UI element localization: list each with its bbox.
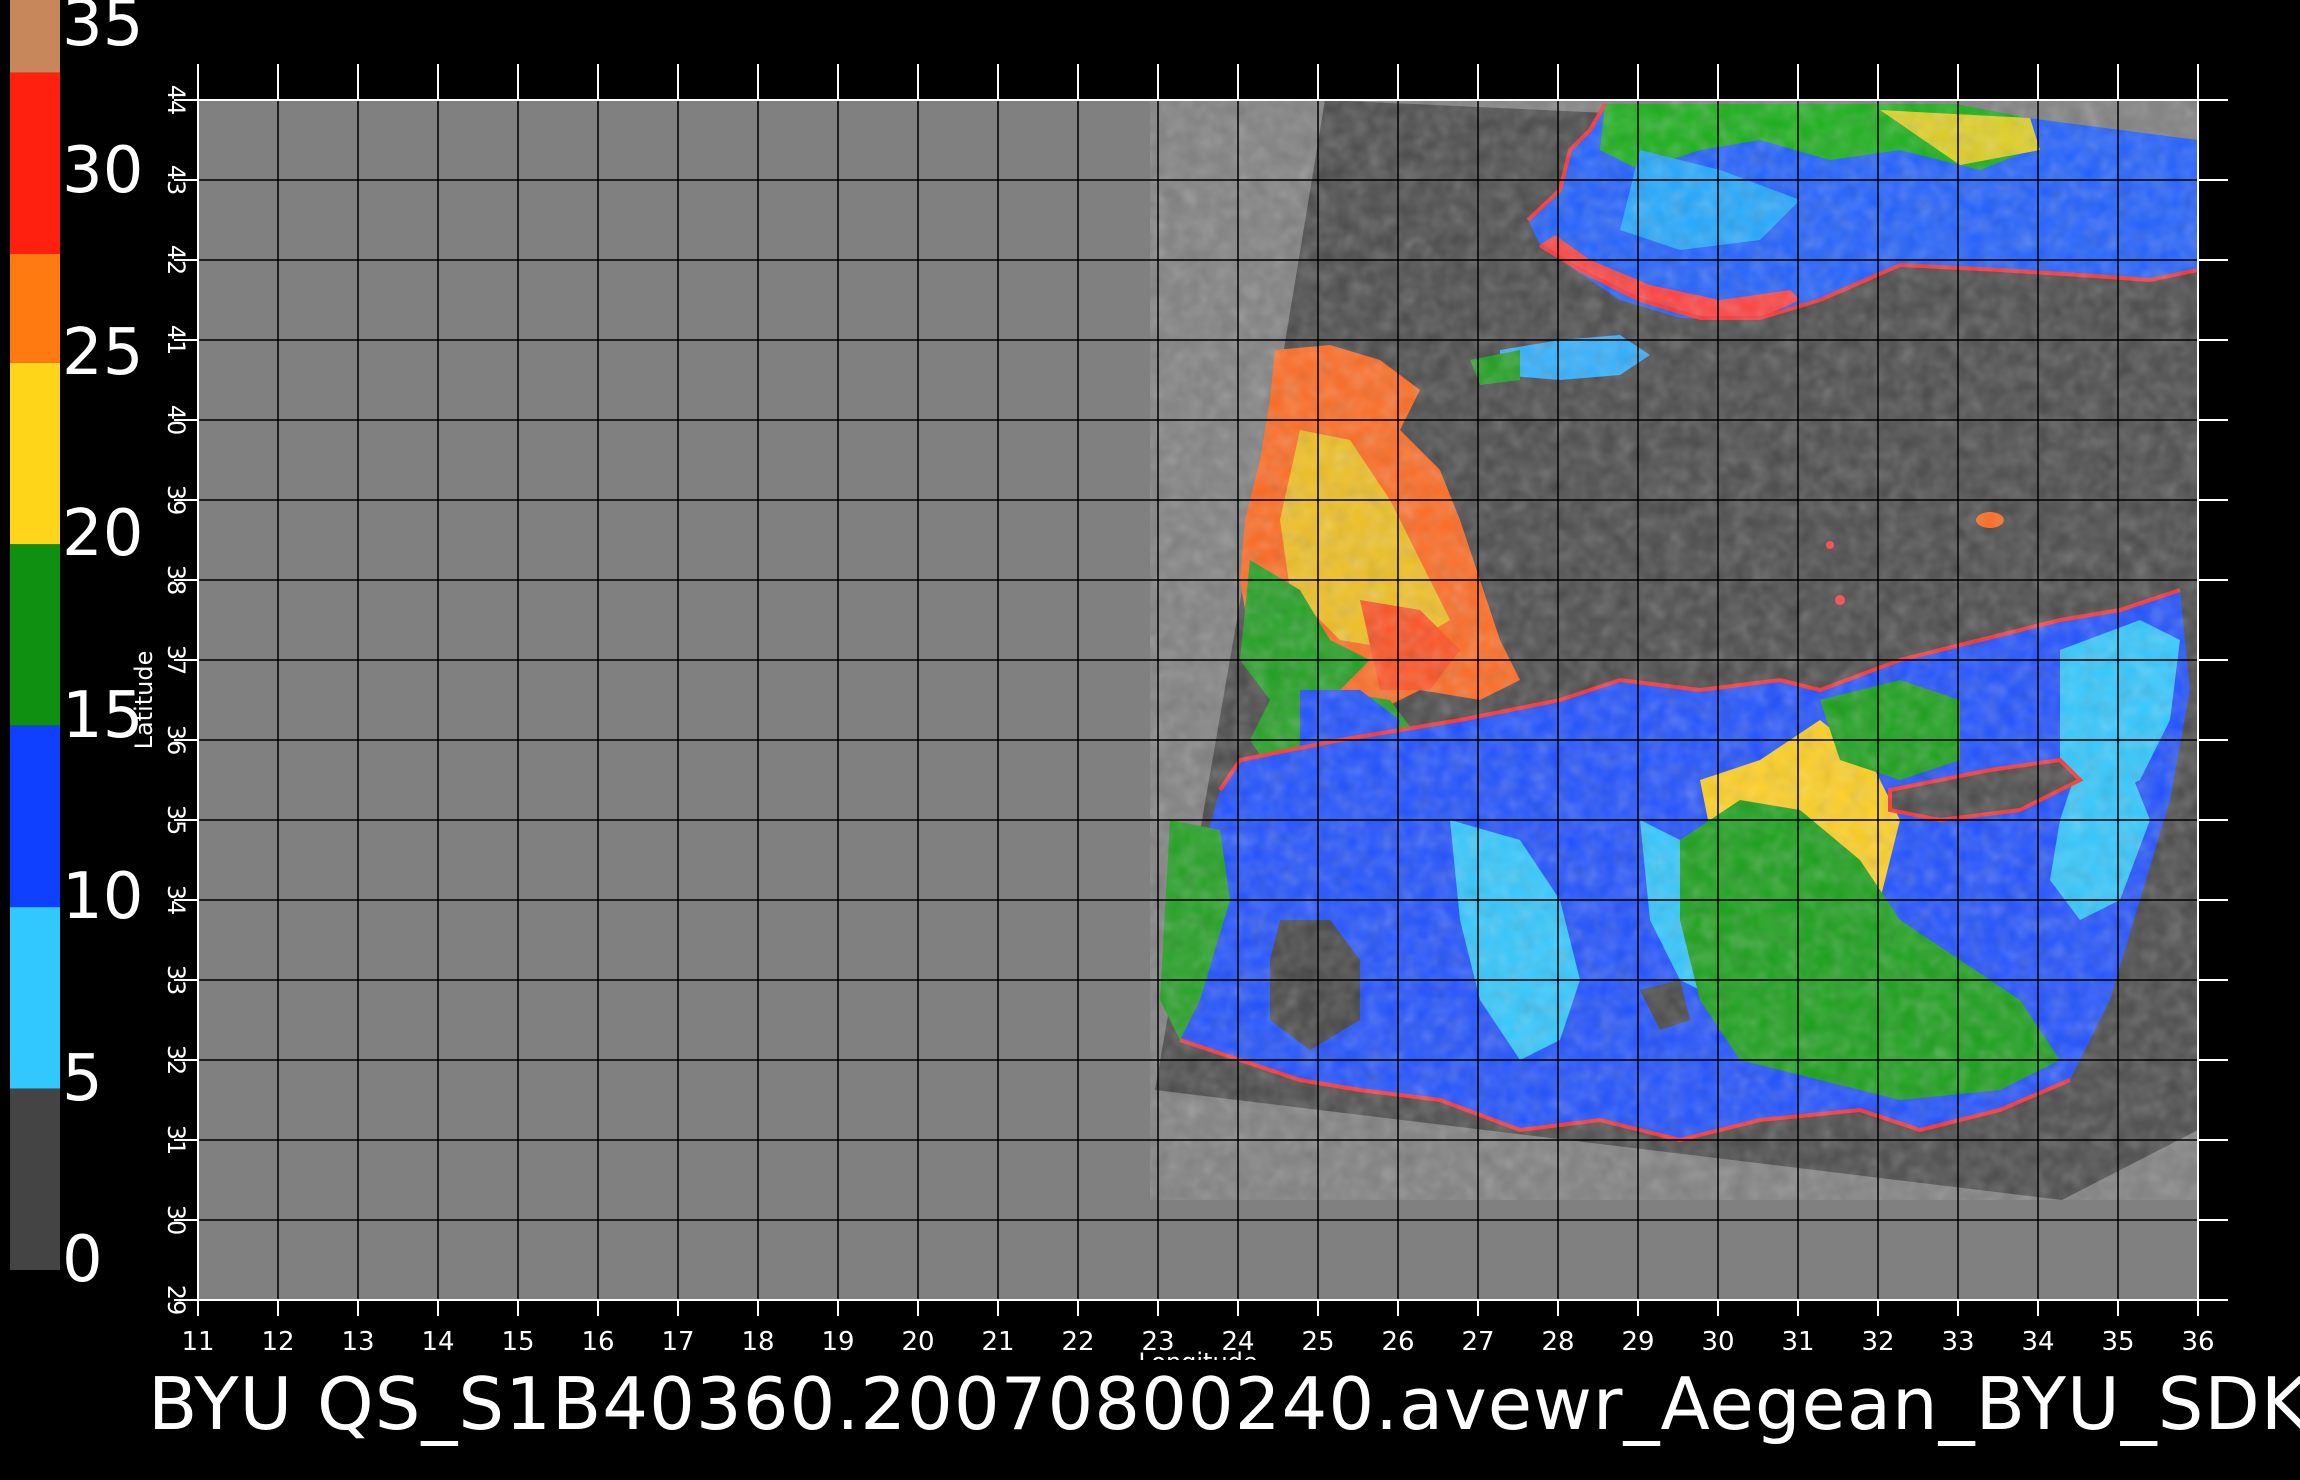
longitude-tick-label: 20: [901, 1327, 934, 1357]
latitude-tick-label: 30: [162, 1205, 190, 1236]
latitude-tick-label: 43: [162, 165, 190, 196]
latitude-tick-label: 38: [162, 565, 190, 596]
latitude-tick-label: 35: [162, 805, 190, 836]
latitude-tick-label: 42: [162, 245, 190, 276]
longitude-tick-label: 14: [421, 1327, 454, 1357]
longitude-tick-label: 13: [341, 1327, 374, 1357]
longitude-tick-label: 18: [741, 1327, 774, 1357]
texture-overlay: [1150, 100, 2198, 1200]
longitude-tick-label: 22: [1061, 1327, 1094, 1357]
longitude-tick-label: 30: [1701, 1327, 1734, 1357]
longitude-tick-label: 19: [821, 1327, 854, 1357]
longitude-tick-label: 28: [1541, 1327, 1574, 1357]
longitude-tick-label: 17: [661, 1327, 694, 1357]
latitude-tick-label: 41: [162, 325, 190, 356]
longitude-tick-label: 31: [1781, 1327, 1814, 1357]
longitude-tick-label: 29: [1621, 1327, 1654, 1357]
wind-map: 11 12 13 14 15 16 17 18 19 20 21 22 23 24 25 26 27 28 29 30…: [130, 64, 2228, 1360]
longitude-tick-label: 12: [261, 1327, 294, 1357]
latitude-tick-label: 29: [162, 1285, 190, 1316]
longitude-tick-label: 15: [501, 1327, 534, 1357]
longitude-tick-label: 27: [1461, 1327, 1494, 1357]
latitude-tick-labels: 29 30 31 32 33 34 35 36 37 38 39 40 41 42 43 44: [162, 85, 190, 1316]
swath-layer: [1150, 100, 2198, 1200]
longitude-tick-label: 21: [981, 1327, 1014, 1357]
footer-title: BYU QS_S1B40360.20070800240.avewr_Aegean…: [148, 1362, 2300, 1446]
longitude-tick-label: 34: [2021, 1327, 2054, 1357]
longitude-tick-label: 33: [1941, 1327, 1974, 1357]
longitude-tick-label: 26: [1381, 1327, 1414, 1357]
latitude-tick-label: 44: [162, 85, 190, 116]
longitude-tick-label: 16: [581, 1327, 614, 1357]
latitude-tick-label: 36: [162, 725, 190, 756]
longitude-tick-label: 25: [1301, 1327, 1334, 1357]
longitude-tick-label: 36: [2181, 1327, 2214, 1357]
y-axis-label: Latitude: [130, 651, 158, 750]
latitude-tick-label: 33: [162, 965, 190, 996]
longitude-tick-label: 35: [2101, 1327, 2134, 1357]
latitude-tick-label: 37: [162, 645, 190, 676]
latitude-tick-label: 34: [162, 885, 190, 916]
latitude-tick-label: 31: [162, 1125, 190, 1156]
latitude-tick-label: 32: [162, 1045, 190, 1076]
x-axis-label: Longitude: [1138, 1348, 1257, 1360]
latitude-tick-label: 39: [162, 485, 190, 516]
latitude-tick-label: 40: [162, 405, 190, 436]
longitude-tick-label: 32: [1861, 1327, 1894, 1357]
longitude-tick-label: 11: [181, 1327, 214, 1357]
